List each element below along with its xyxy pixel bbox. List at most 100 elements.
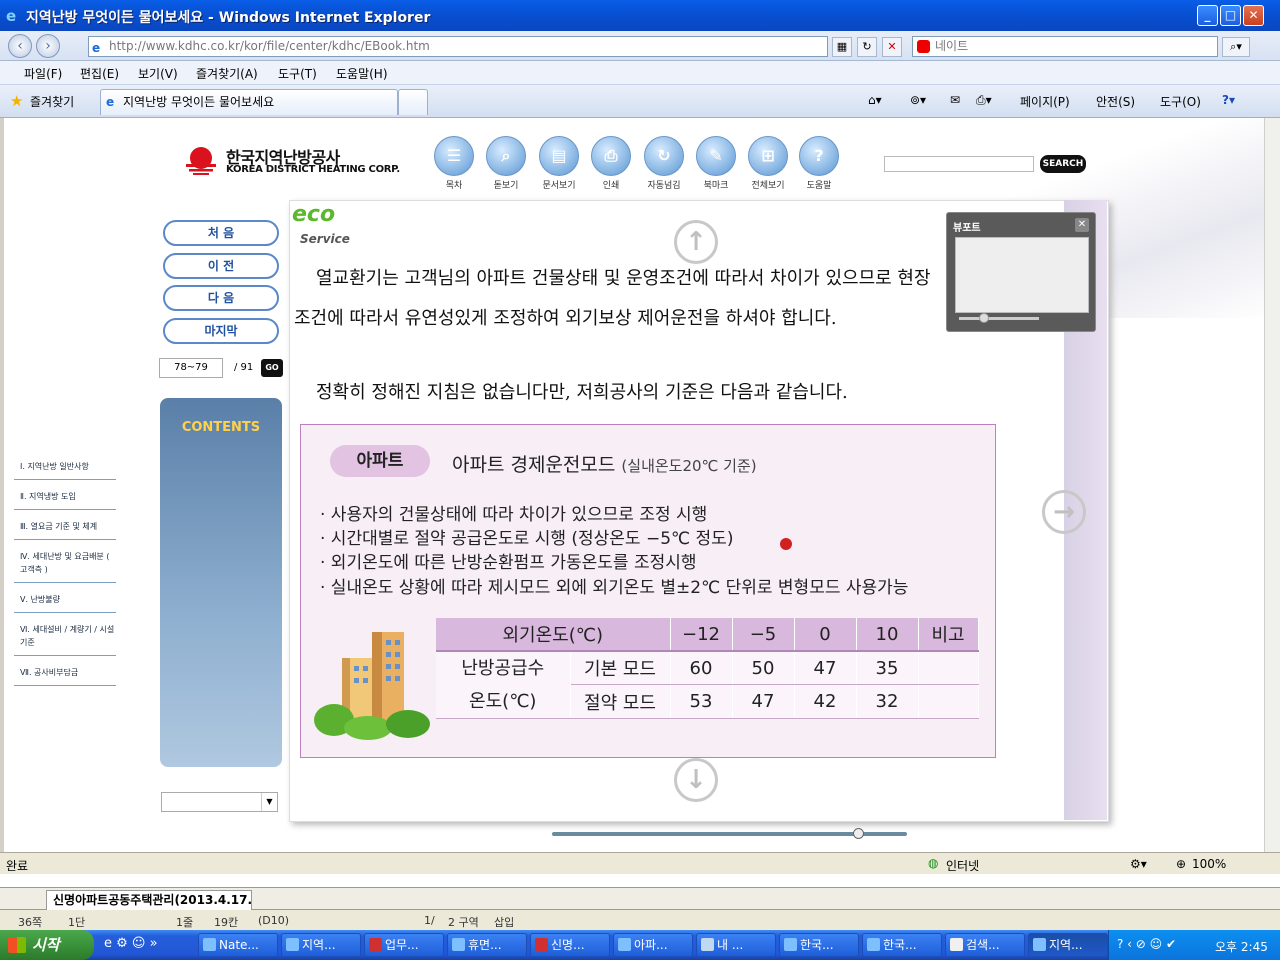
arrow-up-icon[interactable]: ↑ [674, 220, 718, 264]
safety-menu[interactable]: 안전(S) [1096, 93, 1135, 110]
menu-edit[interactable]: 편집(E) [80, 65, 119, 82]
taskbar-item-3[interactable]: 업무... [364, 933, 444, 957]
menu-help[interactable]: 도움말(H) [336, 65, 388, 82]
taskbar-item-active[interactable]: 지역... [1028, 933, 1108, 957]
taskbar-item-6[interactable]: 아파... [613, 933, 693, 957]
refresh-icon[interactable]: ↻ [857, 37, 877, 57]
menu-view[interactable]: 보기(V) [138, 65, 178, 82]
hwp-cell: (D10) [258, 914, 290, 927]
maximize-button[interactable]: □ [1220, 5, 1241, 26]
menu-bar: 파일(F) 편집(E) 보기(V) 즐겨찾기(A) 도구(T) 도움말(H) [0, 61, 1280, 85]
table-header-note: 비고 [918, 618, 979, 652]
tab-ie-icon: e [106, 95, 115, 109]
quicklaunch-icons[interactable]: e ⚙ ☺ » [104, 936, 158, 951]
help-icon[interactable]: ?▾ [1222, 93, 1235, 107]
start-button[interactable]: 시작 [0, 930, 94, 960]
magnifier-icon[interactable]: ⌕ [486, 136, 526, 176]
zoom-icon[interactable]: ⊕ [1176, 857, 1186, 871]
heating-table: 외기온도(℃) −12 −5 0 10 비고 난방공급수 온도(℃) 기본 모드… [436, 618, 979, 719]
taskbar-item-label: 한국... [883, 938, 917, 952]
menu-tools[interactable]: 도구(T) [278, 65, 317, 82]
app-icon [286, 938, 299, 951]
page-select[interactable]: ▼ [161, 792, 278, 812]
taskbar-item-label: Nate... [219, 938, 259, 952]
printer-icon[interactable]: ⎙▾ [976, 93, 992, 108]
taskbar-item-2[interactable]: 지역... [281, 933, 361, 957]
taskbar-item-9[interactable]: 한국... [862, 933, 942, 957]
contents-item-2[interactable]: Ⅱ. 지역냉방 도입 [14, 490, 116, 510]
minimize-button[interactable]: _ [1197, 5, 1218, 26]
menu-file[interactable]: 파일(F) [24, 65, 62, 82]
contents-item-6[interactable]: Ⅵ. 세대설비 / 계량기 / 시설기준 [14, 623, 116, 656]
site-search-button[interactable]: SEARCH [1040, 155, 1086, 173]
zoom-level[interactable]: 100% [1192, 857, 1226, 871]
table-cell: 47 [732, 684, 795, 719]
hwp-document-tab[interactable]: 신명아파트공동주택관리(2013.4.17... [46, 890, 252, 910]
contents-item-5[interactable]: Ⅴ. 난방불량 [14, 593, 116, 613]
next-page-button[interactable]: 다 음 [163, 285, 279, 311]
search-input[interactable]: 네이트 [912, 36, 1218, 57]
prev-page-button[interactable]: 이 전 [163, 253, 279, 279]
contents-item-1[interactable]: Ⅰ. 지역난방 일반사항 [14, 460, 116, 480]
site-search-input[interactable] [884, 156, 1034, 172]
toc-icon[interactable]: ☰ [434, 136, 474, 176]
viewport-panel[interactable]: 뷰포트 ✕ [946, 212, 1096, 332]
taskbar-item-5[interactable]: 신명... [530, 933, 610, 957]
menu-favorites[interactable]: 즐겨찾기(A) [196, 65, 258, 82]
hwp-insert-mode: 삽입 [494, 916, 515, 929]
arrow-down-icon[interactable]: ↓ [674, 758, 718, 802]
new-tab-button[interactable] [398, 89, 428, 115]
page-input[interactable]: 78~79 [159, 358, 223, 378]
title-bar: e 지역난방 무엇이든 물어보세요 - Windows Internet Exp… [0, 0, 1280, 31]
autoflip-icon[interactable]: ↻ [644, 136, 684, 176]
tray-icons[interactable]: ? ‹ ⊘ ☺ ✔ [1117, 937, 1176, 951]
stop-icon[interactable]: ✕ [882, 37, 902, 57]
page-menu[interactable]: 페이지(P) [1020, 93, 1070, 110]
search-go-icon[interactable]: ⌕▾ [1222, 37, 1250, 57]
bullet-1: · 사용자의 건물상태에 따라 차이가 있으므로 조정 시행 [320, 505, 708, 525]
document-icon[interactable]: ▤ [539, 136, 579, 176]
taskbar-item-4[interactable]: 휴면... [447, 933, 527, 957]
toolbar-label-document: 문서보기 [542, 181, 576, 191]
help-circle-icon[interactable]: ? [799, 136, 839, 176]
forward-button[interactable]: › [36, 34, 60, 58]
taskbar-item-label: 내 ... [717, 938, 744, 952]
tools-menu[interactable]: 도구(O) [1160, 93, 1201, 110]
compat-icon[interactable]: ▦ [832, 37, 852, 57]
favorites-button[interactable]: 즐겨찾기 [30, 93, 74, 110]
rss-icon[interactable]: ⊚▾ [910, 93, 926, 107]
arrow-right-icon[interactable]: → [1042, 490, 1086, 534]
window-title: 지역난방 무엇이든 물어보세요 - Windows Internet Explo… [26, 10, 431, 26]
contents-item-3[interactable]: Ⅲ. 열요금 기준 및 체계 [14, 520, 116, 540]
protected-mode-icon[interactable]: ⚙▾ [1130, 857, 1147, 871]
taskbar-item-10[interactable]: 검색... [945, 933, 1025, 957]
grid-icon[interactable]: ⊞ [748, 136, 788, 176]
mail-icon[interactable]: ✉ [950, 93, 960, 107]
contents-item-7[interactable]: Ⅶ. 공사비부담금 [14, 666, 116, 686]
viewport-close-icon[interactable]: ✕ [1075, 218, 1089, 232]
back-button[interactable]: ‹ [8, 34, 32, 58]
last-page-button[interactable]: 마지막 [163, 318, 279, 344]
first-page-button[interactable]: 처 음 [163, 220, 279, 246]
clock[interactable]: 오후 2:45 [1215, 938, 1268, 955]
tab-active[interactable]: e 지역난방 무엇이든 물어보세요 [100, 89, 398, 115]
toolbar-label-help: 도움말 [806, 181, 832, 191]
url-field[interactable]: e http://www.kdhc.co.kr/kor/file/center/… [88, 36, 828, 57]
panel-title-main: 아파트 경제운전모드 [452, 454, 616, 476]
vertical-scrollbar[interactable] [1264, 118, 1280, 852]
viewport-slider[interactable] [959, 317, 1039, 320]
bullet-3: · 외기온도에 따른 난방순환펌프 가동온도를 조정시행 [320, 553, 697, 573]
bookmark-icon[interactable]: ✎ [696, 136, 736, 176]
viewport-slider-handle[interactable] [979, 313, 989, 323]
app-icon [452, 938, 465, 951]
print-icon[interactable]: ⎙ [591, 136, 631, 176]
viewport-thumbnail[interactable] [955, 237, 1089, 313]
contents-item-4[interactable]: Ⅳ. 세대난방 및 요금배분 ( 고객측 ) [14, 550, 116, 583]
zoom-slider-handle[interactable] [853, 828, 864, 839]
taskbar-item-8[interactable]: 한국... [779, 933, 859, 957]
go-button[interactable]: GO [261, 359, 283, 377]
taskbar-item-7[interactable]: 내 ... [696, 933, 776, 957]
taskbar-item-nate[interactable]: Nate... [198, 933, 278, 957]
home-icon[interactable]: ⌂▾ [868, 93, 882, 107]
close-button[interactable]: ✕ [1243, 5, 1264, 26]
